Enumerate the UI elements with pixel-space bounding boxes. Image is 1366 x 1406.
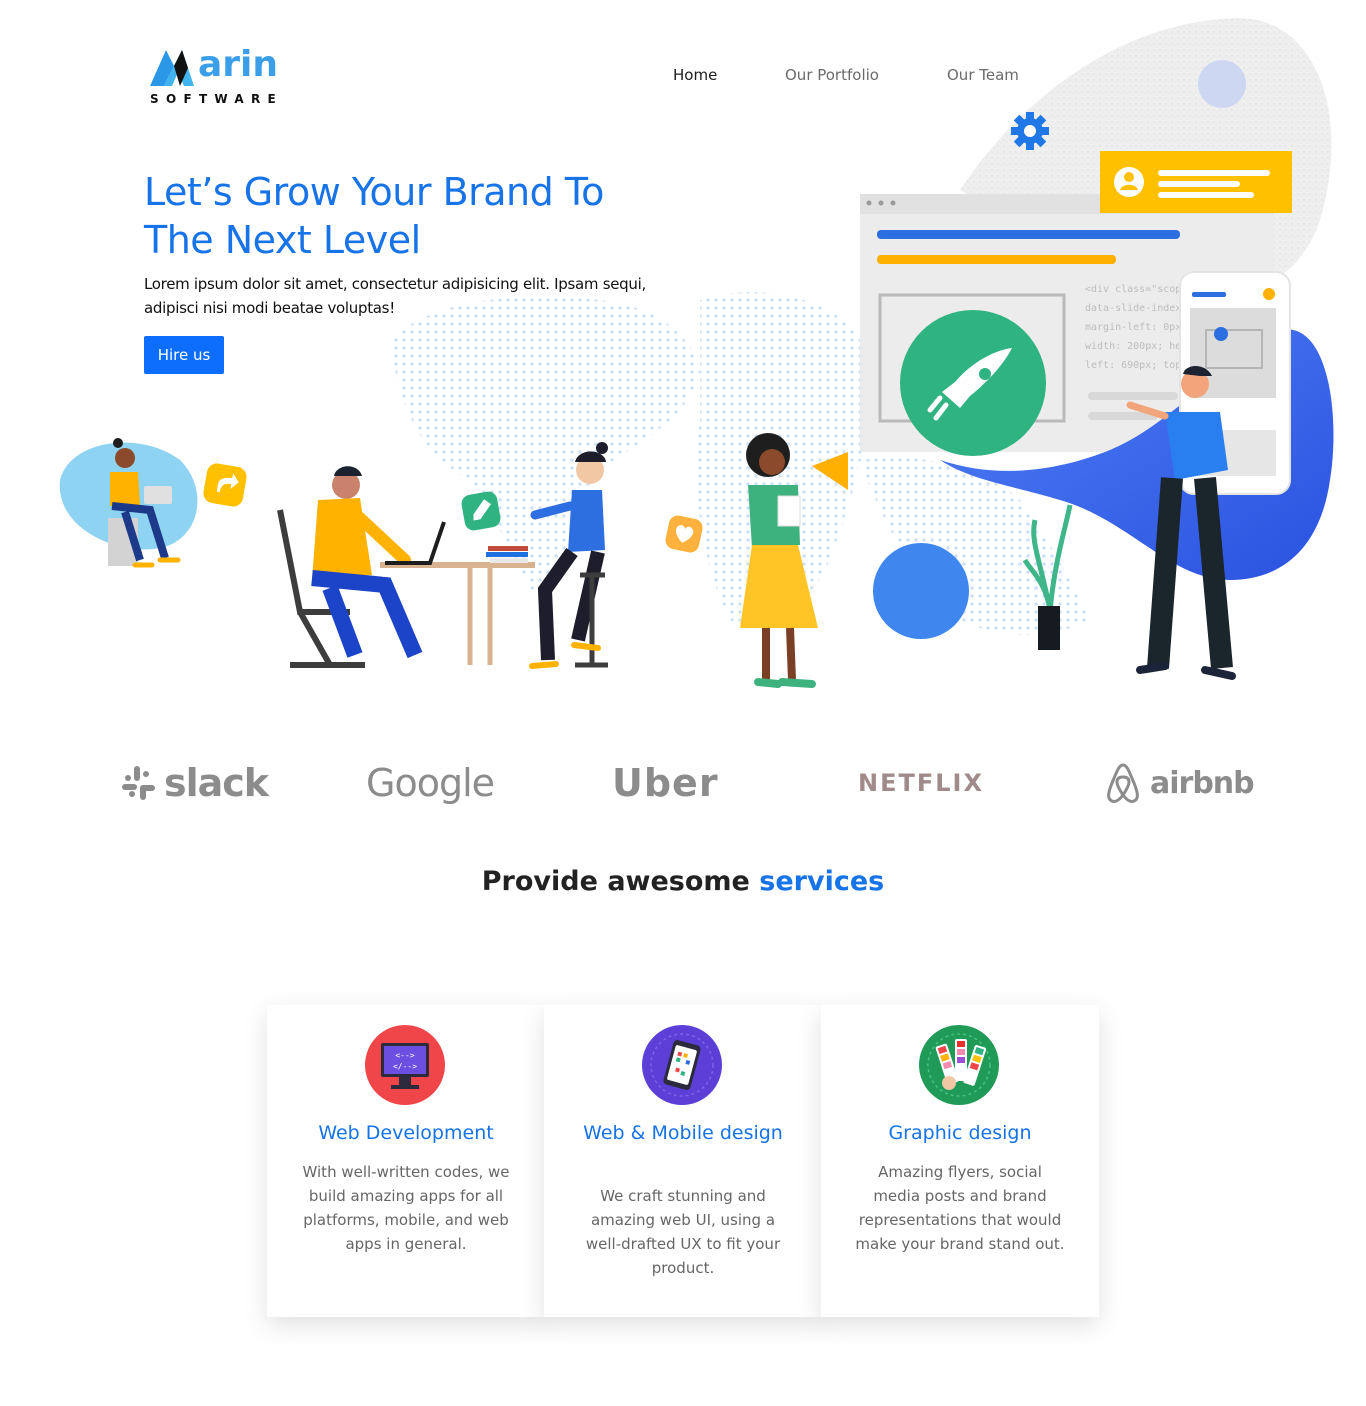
brand-label: Uber: [612, 761, 719, 805]
man-at-desk: [277, 466, 535, 668]
blue-blob-shape: [940, 329, 1334, 580]
airbnb-icon: [1107, 763, 1139, 803]
woman-with-laptop: [59, 438, 198, 568]
mobile-phone: [1179, 271, 1291, 495]
profile-card: [1100, 151, 1292, 213]
brand-label: slack: [164, 761, 269, 805]
nav-our-team[interactable]: Our Team: [947, 66, 1019, 86]
slack-icon: [122, 766, 155, 800]
services-heading: Provide awesome services: [0, 866, 1366, 897]
monitor-code-icon: <--> </-->: [365, 1025, 445, 1105]
hero-title: Let’s Grow Your Brand To The Next Level: [144, 170, 604, 262]
nav-our-portfolio[interactable]: Our Portfolio: [785, 66, 879, 86]
code-line: margin-left: 0px;: [1085, 322, 1187, 333]
service-description: With well-written codes, we build amazin…: [302, 1163, 510, 1253]
gear-icon: [1011, 112, 1049, 150]
world-map-dots: [390, 292, 1090, 635]
brand-airbnb: airbnb: [1102, 758, 1255, 808]
service-description: We craft stunning and amazing web UI, us…: [585, 1187, 781, 1277]
login-button[interactable]: Login: [1234, 56, 1302, 96]
woman-on-stool: [529, 442, 608, 669]
code-line: <div class="scop: [1085, 284, 1181, 295]
brand-netflix: NETFLIX: [858, 758, 984, 808]
code-line: left: 690px; top: 1: [1085, 360, 1199, 371]
service-card-graphic-design[interactable]: Graphic design Amazing flyers, social me…: [821, 1005, 1099, 1317]
standing-man: [1126, 366, 1236, 680]
svg-text:<-->: <-->: [395, 1051, 414, 1060]
service-title: Web & Mobile design: [583, 1122, 783, 1144]
brand-slack: slack: [120, 758, 269, 808]
svg-text:</-->: </-->: [393, 1062, 417, 1071]
brand-label: NETFLIX: [858, 769, 984, 797]
nav-contact-us[interactable]: Contact Us: [1090, 66, 1172, 86]
blue-sphere: [873, 543, 969, 639]
services-heading-prefix: Provide awesome: [481, 866, 750, 897]
marin-logo-icon: [150, 50, 194, 86]
services-cards: <--> </--> Web Development With well-wri…: [267, 1005, 1099, 1317]
edit-badge-icon: [461, 491, 501, 531]
brand-uber: Uber: [612, 758, 719, 808]
browser-window: <div class="scop data-slide-index margin…: [860, 194, 1274, 452]
hire-us-button[interactable]: Hire us: [144, 336, 224, 374]
service-card-web-development[interactable]: <--> </--> Web Development With well-wri…: [267, 1005, 545, 1317]
service-description: Amazing flyers, social media posts and b…: [855, 1163, 1065, 1253]
share-badge-icon: [203, 463, 247, 507]
rocket-icon: [900, 310, 1046, 456]
code-line: data-slide-index: [1085, 303, 1181, 314]
brand-label: airbnb: [1150, 765, 1255, 801]
service-title: Graphic design: [888, 1122, 1032, 1144]
plant: [1022, 504, 1073, 650]
logo-subtitle: SOFTWARE: [150, 92, 284, 106]
mobile-design-icon: [642, 1025, 722, 1105]
brand-label: Google: [366, 761, 495, 805]
code-line: width: 200px; hei: [1085, 341, 1187, 352]
service-title: Web Development: [318, 1122, 494, 1144]
services-heading-highlight: services: [759, 866, 885, 897]
brand-logo[interactable]: arin SOFTWARE: [148, 44, 293, 108]
brand-google: Google: [366, 758, 495, 808]
hero-description: Lorem ipsum dolor sit amet, consectetur …: [144, 275, 646, 317]
heart-badge-icon: [665, 515, 703, 553]
nav-home[interactable]: Home: [673, 66, 717, 86]
color-palette-icon: [919, 1025, 999, 1105]
service-card-web-mobile-design[interactable]: Web & Mobile design We craft stunning an…: [544, 1005, 822, 1317]
woman-with-megaphone: [740, 433, 848, 688]
logo-word: arin: [198, 44, 279, 85]
